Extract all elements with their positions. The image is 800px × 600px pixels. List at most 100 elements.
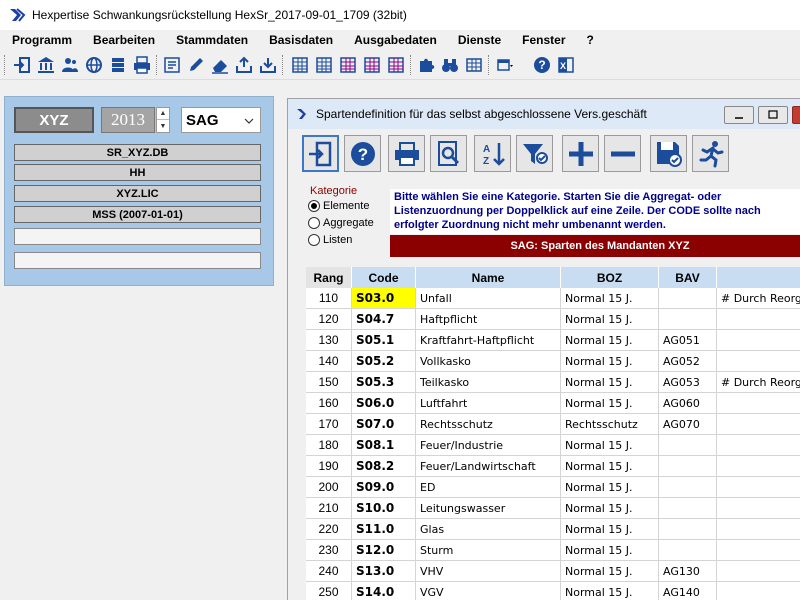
cell-name[interactable]: Teilkasko — [416, 372, 561, 393]
cell-note[interactable] — [717, 498, 800, 519]
cell-name[interactable]: Leitungswasser — [416, 498, 561, 519]
table-row[interactable]: 220 S11.0 Glas Normal 15 J. — [306, 519, 800, 540]
cell-note[interactable] — [717, 456, 800, 477]
edit-button[interactable] — [186, 55, 206, 75]
cell-rang[interactable]: 250 — [306, 582, 352, 600]
export-button[interactable] — [234, 55, 254, 75]
menu-bearbeiten[interactable]: Bearbeiten — [81, 30, 164, 50]
remove-button[interactable] — [604, 135, 641, 172]
calculator-button[interactable] — [464, 55, 484, 75]
cell-code[interactable]: S07.0 — [352, 414, 416, 435]
table-row[interactable]: 160 S06.0 Luftfahrt Normal 15 J. AG060 — [306, 393, 800, 414]
radio-button-selected-icon[interactable] — [308, 200, 320, 212]
mode-select[interactable]: SAG — [181, 107, 261, 133]
minimize-button[interactable] — [724, 106, 754, 124]
cell-name[interactable]: Rechtsschutz — [416, 414, 561, 435]
cell-name[interactable]: Luftfahrt — [416, 393, 561, 414]
cell-name[interactable]: ED — [416, 477, 561, 498]
preview-button[interactable] — [430, 135, 467, 172]
cell-name[interactable]: Unfall — [416, 288, 561, 309]
cell-note[interactable]: # Durch Reorg — [717, 288, 800, 309]
col-header-name[interactable]: Name — [416, 267, 561, 288]
cell-name[interactable]: VHV — [416, 561, 561, 582]
cell-code[interactable]: S13.0 — [352, 561, 416, 582]
cell-bav[interactable] — [659, 435, 717, 456]
cell-bav[interactable] — [659, 519, 717, 540]
cell-rang[interactable]: 210 — [306, 498, 352, 519]
menu-fenster[interactable]: Fenster — [510, 30, 574, 50]
save-button[interactable] — [650, 135, 687, 172]
year-field[interactable]: 2013 — [101, 107, 155, 133]
cell-code[interactable]: S08.2 — [352, 456, 416, 477]
grid-view-2-button[interactable] — [314, 55, 334, 75]
table-row[interactable]: 110 S03.0 Unfall Normal 15 J. # Durch Reorg — [306, 288, 800, 309]
cell-boz[interactable]: Normal 15 J. — [561, 540, 659, 561]
add-button[interactable] — [562, 135, 599, 172]
cell-name[interactable]: Sturm — [416, 540, 561, 561]
year-spinner[interactable]: ▲ ▼ — [156, 107, 170, 133]
table-row[interactable]: 240 S13.0 VHV Normal 15 J. AG130 — [306, 561, 800, 582]
close-form-button[interactable] — [302, 135, 339, 172]
cell-note[interactable] — [717, 519, 800, 540]
cell-note[interactable] — [717, 582, 800, 600]
menu-dienste[interactable]: Dienste — [446, 30, 510, 50]
cell-boz[interactable]: Normal 15 J. — [561, 519, 659, 540]
cell-bav[interactable]: AG051 — [659, 330, 717, 351]
col-header-rang[interactable]: Rang — [306, 267, 352, 288]
col-header-bav[interactable]: BAV — [659, 267, 717, 288]
import-button[interactable] — [258, 55, 278, 75]
grid-view-1-button[interactable] — [290, 55, 310, 75]
filter-button[interactable] — [516, 135, 553, 172]
table-row[interactable]: 180 S08.1 Feuer/Industrie Normal 15 J. — [306, 435, 800, 456]
col-header-code[interactable]: Code — [352, 267, 416, 288]
cell-name[interactable]: Haftpflicht — [416, 309, 561, 330]
cell-boz[interactable]: Normal 15 J. — [561, 456, 659, 477]
cell-name[interactable]: Feuer/Landwirtschaft — [416, 456, 561, 477]
cell-boz[interactable]: Normal 15 J. — [561, 288, 659, 309]
close-button[interactable] — [792, 106, 800, 124]
cell-code[interactable]: S05.2 — [352, 351, 416, 372]
table-row[interactable]: 130 S05.1 Kraftfahrt-Haftpflicht Normal 15 … — [306, 330, 800, 351]
cell-name[interactable]: Kraftfahrt-Haftpflicht — [416, 330, 561, 351]
menu-help[interactable]: ? — [575, 30, 603, 50]
cell-boz[interactable]: Rechtsschutz — [561, 414, 659, 435]
cell-boz[interactable]: Normal 15 J. — [561, 498, 659, 519]
radio-elemente[interactable]: Elemente — [308, 200, 369, 212]
print-button[interactable] — [388, 135, 425, 172]
cell-bav[interactable]: AG140 — [659, 582, 717, 600]
menu-ausgabedaten[interactable]: Ausgabedaten — [342, 30, 446, 50]
cell-note[interactable] — [717, 561, 800, 582]
exit-button[interactable] — [12, 55, 32, 75]
cell-boz[interactable]: Normal 15 J. — [561, 561, 659, 582]
cell-code[interactable]: S06.0 — [352, 393, 416, 414]
menu-basisdaten[interactable]: Basisdaten — [257, 30, 342, 50]
cell-code[interactable]: S04.7 — [352, 309, 416, 330]
cell-rang[interactable]: 230 — [306, 540, 352, 561]
excel-button[interactable]: X — [556, 55, 576, 75]
grid-view-5-button[interactable] — [386, 55, 406, 75]
cell-code[interactable]: S09.0 — [352, 477, 416, 498]
puzzle-button[interactable] — [416, 55, 436, 75]
menu-programm[interactable]: Programm — [0, 30, 81, 50]
cell-code[interactable]: S08.1 — [352, 435, 416, 456]
cell-note[interactable] — [717, 540, 800, 561]
cell-rang[interactable]: 140 — [306, 351, 352, 372]
cell-bav[interactable] — [659, 477, 717, 498]
cell-rang[interactable]: 120 — [306, 309, 352, 330]
cell-bav[interactable]: AG052 — [659, 351, 717, 372]
cell-bav[interactable]: AG130 — [659, 561, 717, 582]
table-row[interactable]: 150 S05.3 Teilkasko Normal 15 J. AG053 # Durc… — [306, 372, 800, 393]
cell-boz[interactable]: Normal 15 J. — [561, 435, 659, 456]
users-button[interactable] — [60, 55, 80, 75]
cell-note[interactable]: # Durch Reorg — [717, 372, 800, 393]
radio-button-icon[interactable] — [308, 234, 320, 246]
cell-boz[interactable]: Normal 15 J. — [561, 330, 659, 351]
cell-bav[interactable]: AG053 — [659, 372, 717, 393]
cell-rang[interactable]: 170 — [306, 414, 352, 435]
grid-view-3-button[interactable] — [338, 55, 358, 75]
cell-boz[interactable]: Normal 15 J. — [561, 582, 659, 600]
cell-rang[interactable]: 160 — [306, 393, 352, 414]
company-label[interactable]: XYZ — [14, 107, 94, 133]
cell-note[interactable] — [717, 393, 800, 414]
cell-code[interactable]: S11.0 — [352, 519, 416, 540]
